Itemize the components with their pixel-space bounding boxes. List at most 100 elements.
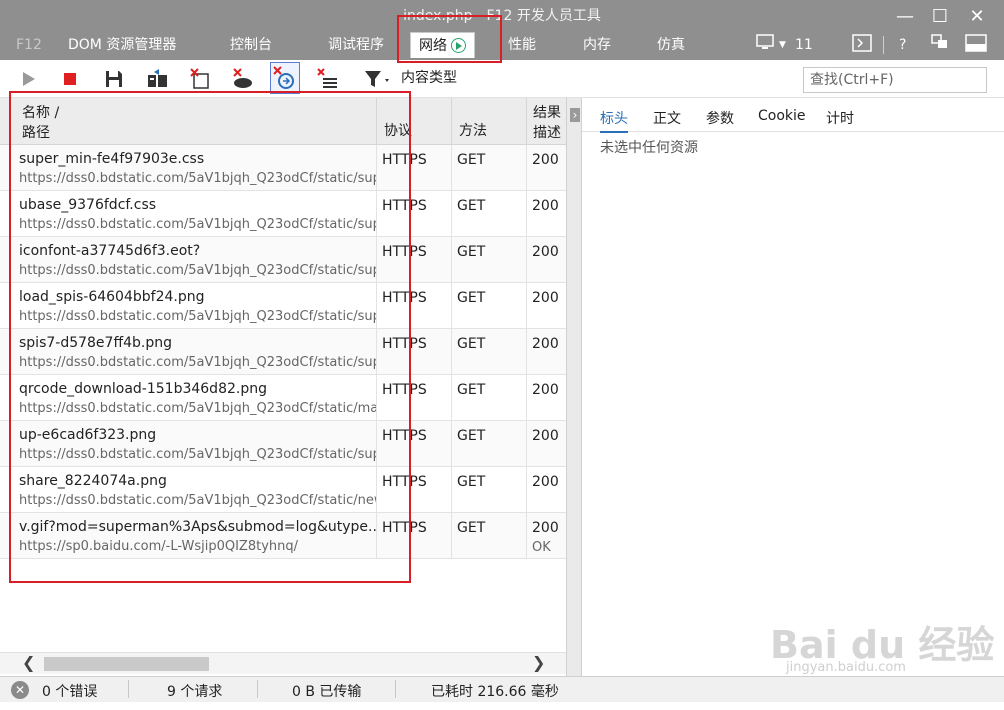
table-row[interactable]: v.gif?mod=superman%3Aps&submod=log&utype… (0, 513, 566, 559)
title-bar: index.php - F12 开发人员工具 — ☐ ✕ F12 DOM 资源管… (0, 0, 1004, 60)
table-row[interactable]: load_spis-64604bbf24.png https://dss0.bds… (0, 283, 566, 329)
status-divider (128, 680, 129, 698)
horizontal-scrollbar[interactable]: ❮ ❯ (0, 652, 566, 674)
search-input[interactable] (803, 67, 987, 93)
no-selection-message: 未选中任何资源 (600, 140, 698, 156)
status-divider (257, 680, 258, 698)
column-name-label: 名称 / (22, 105, 60, 121)
request-url: https://dss0.bdstatic.com/5aV1bjqh_Q23od… (19, 171, 377, 186)
error-count: 0 个错误 (42, 684, 98, 700)
tab-network[interactable]: 网络 (410, 32, 475, 58)
request-url: https://dss0.bdstatic.com/5aV1bjqh_Q23od… (19, 447, 377, 462)
request-protocol: HTTPS (382, 290, 427, 306)
chevron-right-icon[interactable]: › (570, 108, 580, 122)
request-protocol: HTTPS (382, 520, 427, 536)
tab-cookies[interactable]: Cookie (758, 108, 806, 124)
request-url: https://dss0.bdstatic.com/5aV1bjqh_Q23od… (19, 217, 377, 232)
tab-timings[interactable]: 计时 (826, 108, 854, 128)
details-tabs: 标头 正文 参数 Cookie 计时 (582, 98, 1004, 133)
request-name: share_8224074a.png (19, 473, 167, 489)
tab-dom-explorer[interactable]: DOM 资源管理器 (68, 34, 176, 56)
request-description: OK (532, 540, 551, 555)
watermark-domain: jingyan.baidu.com (786, 660, 906, 675)
stop-profiling-icon[interactable] (59, 68, 81, 90)
tab-performance[interactable]: 性能 (508, 34, 536, 56)
details-pane: 标头 正文 参数 Cookie 计时 未选中任何资源 (582, 98, 1004, 676)
error-icon: ✕ (11, 681, 29, 699)
tab-headers[interactable]: 标头 (600, 108, 628, 133)
clear-session-icon[interactable] (190, 68, 212, 90)
toolbar-divider (883, 36, 884, 54)
column-result-label: 结果 (533, 105, 561, 121)
export-har-icon[interactable] (103, 68, 125, 90)
request-method: GET (457, 198, 486, 214)
clear-entries-icon[interactable] (317, 68, 339, 90)
maximize-button[interactable]: ☐ (927, 6, 953, 28)
request-url: https://dss0.bdstatic.com/5aV1bjqh_Q23od… (19, 309, 377, 324)
column-name[interactable]: 名称 / 路径 (0, 98, 377, 145)
request-protocol: HTTPS (382, 198, 427, 214)
column-protocol[interactable]: 协议 (377, 98, 452, 145)
tab-memory[interactable]: 内存 (583, 34, 611, 56)
table-row[interactable]: super_min-fe4f97903e.css https://dss0.bds… (0, 145, 566, 191)
tab-body[interactable]: 正文 (653, 108, 681, 128)
clear-cache-icon[interactable] (231, 68, 253, 90)
scrollbar-thumb[interactable] (44, 657, 209, 671)
close-button[interactable]: ✕ (964, 6, 990, 28)
tab-network-label: 网络 (419, 38, 447, 54)
table-row[interactable]: ubase_9376fdcf.css https://dss0.bdstatic.… (0, 191, 566, 237)
scroll-right-icon[interactable]: ❯ (532, 653, 545, 673)
request-result: 200 (532, 474, 559, 490)
content-type-label[interactable]: 内容类型 (401, 67, 457, 87)
request-method: GET (457, 244, 486, 260)
request-url: https://sp0.baidu.com/-L-Wsjip0QIZ8tyhnq… (19, 539, 299, 554)
request-result: 200 (532, 290, 559, 306)
always-refresh-icon[interactable] (270, 62, 300, 94)
window-title: index.php - F12 开发人员工具 (403, 8, 601, 24)
table-row[interactable]: up-e6cad6f323.png https://dss0.bdstatic.c… (0, 421, 566, 467)
help-icon[interactable]: ? (899, 34, 906, 56)
request-name: ubase_9376fdcf.css (19, 197, 157, 213)
elapsed-time: 已耗时 216.66 毫秒 (431, 684, 559, 700)
request-method: GET (457, 520, 486, 536)
tab-debugger[interactable]: 调试程序 (328, 34, 384, 56)
column-description-label: 描述 (533, 125, 561, 141)
tab-parameters[interactable]: 参数 (706, 108, 734, 128)
request-protocol: HTTPS (382, 428, 427, 444)
minimize-button[interactable]: — (892, 6, 918, 28)
column-result[interactable]: 结果 描述 (527, 98, 566, 145)
undock-icon[interactable] (931, 34, 949, 57)
request-result: 200 (532, 244, 559, 260)
column-method[interactable]: 方法 (452, 98, 527, 145)
import-har-icon[interactable] (146, 68, 168, 90)
table-row[interactable]: iconfont-a37745d6f3.eot? https://dss0.bds… (0, 237, 566, 283)
table-row[interactable]: qrcode_download-151b346d82.png https://ds… (0, 375, 566, 421)
network-toolbar: 内容类型 (0, 60, 1004, 98)
tab-emulation[interactable]: 仿真 (657, 34, 685, 56)
request-result: 200 (532, 336, 559, 352)
request-name: iconfont-a37745d6f3.eot? (19, 243, 201, 259)
start-profiling-icon[interactable] (17, 68, 39, 90)
request-result: 200 (532, 520, 559, 536)
request-method: GET (457, 474, 486, 490)
request-method: GET (457, 290, 486, 306)
request-url: https://dss0.bdstatic.com/5aV1bjqh_Q23od… (19, 355, 377, 370)
request-method: GET (457, 336, 486, 352)
tab-console[interactable]: 控制台 (230, 34, 272, 56)
filter-icon[interactable] (364, 68, 389, 90)
request-list: 名称 / 路径 协议 方法 结果 描述 super_min-fe4f97903e… (0, 98, 566, 676)
scroll-left-icon[interactable]: ❮ (22, 653, 35, 673)
emulation-count: 11 (795, 37, 813, 53)
tab-f12: F12 (16, 37, 42, 53)
column-method-label: 方法 (459, 123, 487, 139)
table-row[interactable]: share_8224074a.png https://dss0.bdstatic.… (0, 467, 566, 513)
chevron-down-icon[interactable]: ▼ (779, 34, 786, 56)
console-toggle-icon[interactable] (852, 34, 872, 59)
request-protocol: HTTPS (382, 336, 427, 352)
pane-splitter[interactable]: › (566, 98, 582, 676)
dock-bottom-icon[interactable] (965, 34, 987, 59)
request-name: spis7-d578e7ff4b.png (19, 335, 172, 351)
request-name: load_spis-64604bbf24.png (19, 289, 205, 305)
table-row[interactable]: spis7-d578e7ff4b.png https://dss0.bdstati… (0, 329, 566, 375)
monitor-icon[interactable] (756, 34, 778, 57)
